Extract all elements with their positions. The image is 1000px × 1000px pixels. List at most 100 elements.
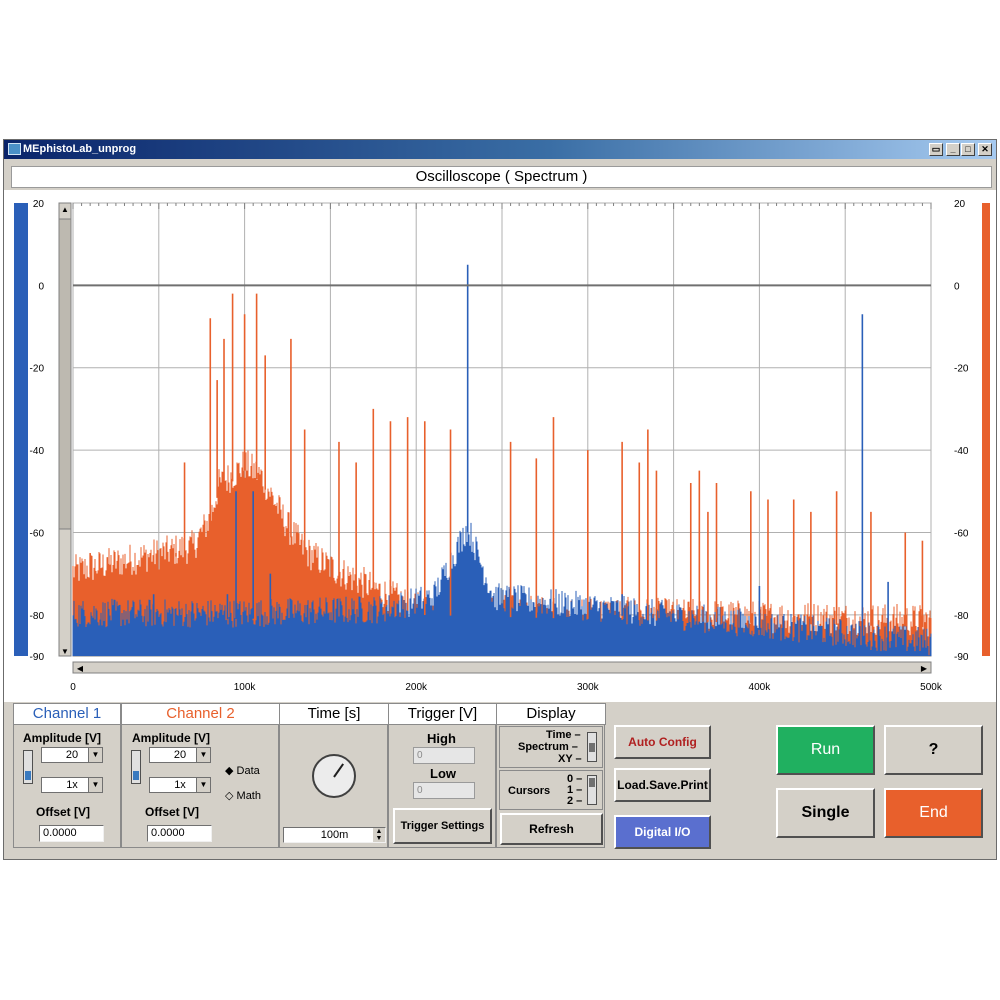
cursors-label: Cursors	[508, 785, 551, 797]
radio-math-label: Math	[236, 790, 261, 802]
bottom-scrollbar	[72, 661, 932, 674]
channel1-color-strip	[14, 203, 28, 656]
page-title: Oscilloscope ( Spectrum )	[11, 166, 992, 188]
chevron-down-icon[interactable]: ▼	[196, 748, 210, 762]
x-tick-label: 300k	[577, 682, 600, 693]
y-tick-label-left: -60	[30, 528, 45, 539]
channel1-amplitude-label: Amplitude [V]	[23, 731, 101, 745]
radio-unselected-icon: ◇	[225, 790, 234, 802]
title-bar[interactable]: MEphistoLab_unprog ▭ _ □ ✕	[4, 140, 996, 159]
radio-math[interactable]: ◇ Math	[225, 789, 261, 802]
plot-area: ▲ ▼ ◀ ▶ 20 20 0 0 -20 -20 -40 -40 -60 -60 -80 -80 -90 -90…	[4, 190, 996, 702]
cursor-option-2[interactable]: 2 –	[567, 795, 582, 807]
scroll-down-icon: ▼	[61, 647, 69, 656]
end-button[interactable]: End	[884, 788, 983, 838]
time-knob[interactable]	[312, 754, 356, 798]
channel1-amplitude-slider[interactable]	[23, 750, 33, 784]
display-mode-switch[interactable]	[587, 732, 597, 762]
cursors-switch[interactable]	[587, 775, 597, 805]
chevron-down-icon[interactable]: ▼	[88, 778, 102, 792]
channel1-panel: Channel 1 Amplitude [V] 20 ▼ 1x ▼ Offset […	[13, 703, 121, 848]
scroll-left-icon: ◀	[77, 664, 84, 673]
spinner-icon[interactable]: ▲ ▼	[373, 828, 385, 842]
y-tick-label-right: -80	[954, 611, 969, 622]
y-tick-label-right: -90	[954, 652, 969, 663]
trigger-high-input[interactable]: 0	[413, 747, 475, 764]
y-tick-label-left: -20	[30, 364, 45, 375]
y-tick-label-left: 0	[38, 281, 44, 292]
x-tick-label: 100k	[234, 682, 257, 693]
time-value-input[interactable]: 100m ▲ ▼	[283, 827, 386, 843]
channel2-panel: Channel 2 Amplitude [V] 20 ▼ 1x ▼ ◆ Data ◇…	[121, 703, 280, 848]
y-tick-label-left: -80	[30, 611, 45, 622]
refresh-button[interactable]: Refresh	[500, 813, 603, 845]
single-button[interactable]: Single	[776, 788, 875, 838]
channel2-amplitude-label: Amplitude [V]	[132, 731, 210, 745]
time-panel: Time [s] 100m ▲ ▼	[279, 703, 389, 848]
auto-config-button[interactable]: Auto Config	[614, 725, 711, 759]
time-value: 100m	[320, 829, 349, 841]
channel2-amplitude-value: 20	[173, 749, 187, 761]
channel2-probe-value: 1x	[174, 779, 186, 791]
mode-xy[interactable]: XY –	[558, 753, 582, 765]
trigger-settings-button[interactable]: Trigger Settings	[393, 808, 492, 844]
y-tick-label-left: 20	[33, 199, 45, 210]
mode-spectrum[interactable]: Spectrum –	[518, 741, 578, 753]
cursor-option-2-label: 2	[567, 795, 574, 807]
y-tick-label-left: -90	[30, 652, 45, 663]
channel1-offset-label: Offset [V]	[36, 805, 90, 819]
x-tick-label: 400k	[749, 682, 772, 693]
channel2-title: Channel 2	[121, 703, 280, 725]
channel2-amplitude-slider[interactable]	[131, 750, 141, 784]
minimize-icon[interactable]: _	[946, 143, 960, 156]
y-tick-label-left: -40	[30, 446, 45, 457]
channel1-offset-input[interactable]: 0.0000	[39, 825, 104, 842]
window-title: MEphistoLab_unprog	[23, 143, 137, 155]
maximize-icon[interactable]: □	[961, 143, 975, 156]
left-scroll-thumb	[58, 218, 72, 530]
digital-io-button[interactable]: Digital I/O	[614, 815, 711, 849]
trigger-title: Trigger [V]	[388, 703, 497, 725]
mode-time-label: Time	[546, 729, 572, 741]
time-title: Time [s]	[279, 703, 389, 725]
app-window: MEphistoLab_unprog ▭ _ □ ✕ Oscilloscope …	[3, 139, 997, 860]
spectrum-chart: ▲ ▼ ◀ ▶ 20 20 0 0 -20 -20 -40 -40 -60 -60 -80 -80 -90 -90…	[14, 199, 990, 693]
scroll-up-icon: ▲	[61, 205, 69, 214]
radio-data-label: Data	[236, 765, 260, 777]
trigger-panel: Trigger [V] High 0 Low 0 Trigger Setting…	[388, 703, 497, 848]
run-button[interactable]: Run	[776, 725, 875, 775]
help-button[interactable]: ?	[884, 725, 983, 775]
close-icon[interactable]: ✕	[978, 143, 992, 156]
channel1-title: Channel 1	[13, 703, 121, 725]
channel2-offset-label: Offset [V]	[145, 805, 199, 819]
trigger-high-label: High	[427, 731, 456, 746]
app-icon	[8, 143, 21, 155]
chevron-down-icon[interactable]: ▼	[88, 748, 102, 762]
y-tick-label-right: -60	[954, 528, 969, 539]
load-save-print-button[interactable]: Load.Save.Print	[614, 768, 711, 802]
channel2-amplitude-select[interactable]: 20 ▼	[149, 747, 211, 763]
restore-icon[interactable]: ▭	[929, 143, 943, 156]
y-tick-label-right: -40	[954, 446, 969, 457]
radio-selected-icon: ◆	[225, 765, 234, 777]
channel1-probe-select[interactable]: 1x ▼	[41, 777, 103, 793]
scroll-right-icon: ▶	[921, 664, 928, 673]
x-tick-label: 200k	[405, 682, 428, 693]
chevron-down-icon[interactable]: ▼	[196, 778, 210, 792]
mode-spectrum-label: Spectrum	[518, 741, 569, 753]
y-tick-label-right: 0	[954, 281, 960, 292]
y-tick-label-right: 20	[954, 199, 966, 210]
y-tick-label-right: -20	[954, 364, 969, 375]
display-title: Display	[496, 703, 606, 725]
radio-data[interactable]: ◆ Data	[225, 764, 260, 777]
knob-pointer-icon	[333, 763, 344, 778]
display-panel: Display Time – Spectrum – XY – Cursors 0…	[496, 703, 606, 848]
channel2-offset-input[interactable]: 0.0000	[147, 825, 212, 842]
x-tick-label: 500k	[920, 682, 943, 693]
channel1-amplitude-select[interactable]: 20 ▼	[41, 747, 103, 763]
channel1-probe-value: 1x	[66, 779, 78, 791]
channel2-probe-select[interactable]: 1x ▼	[149, 777, 211, 793]
mode-time[interactable]: Time –	[546, 729, 581, 741]
channel1-amplitude-value: 20	[65, 749, 79, 761]
trigger-low-input[interactable]: 0	[413, 782, 475, 799]
